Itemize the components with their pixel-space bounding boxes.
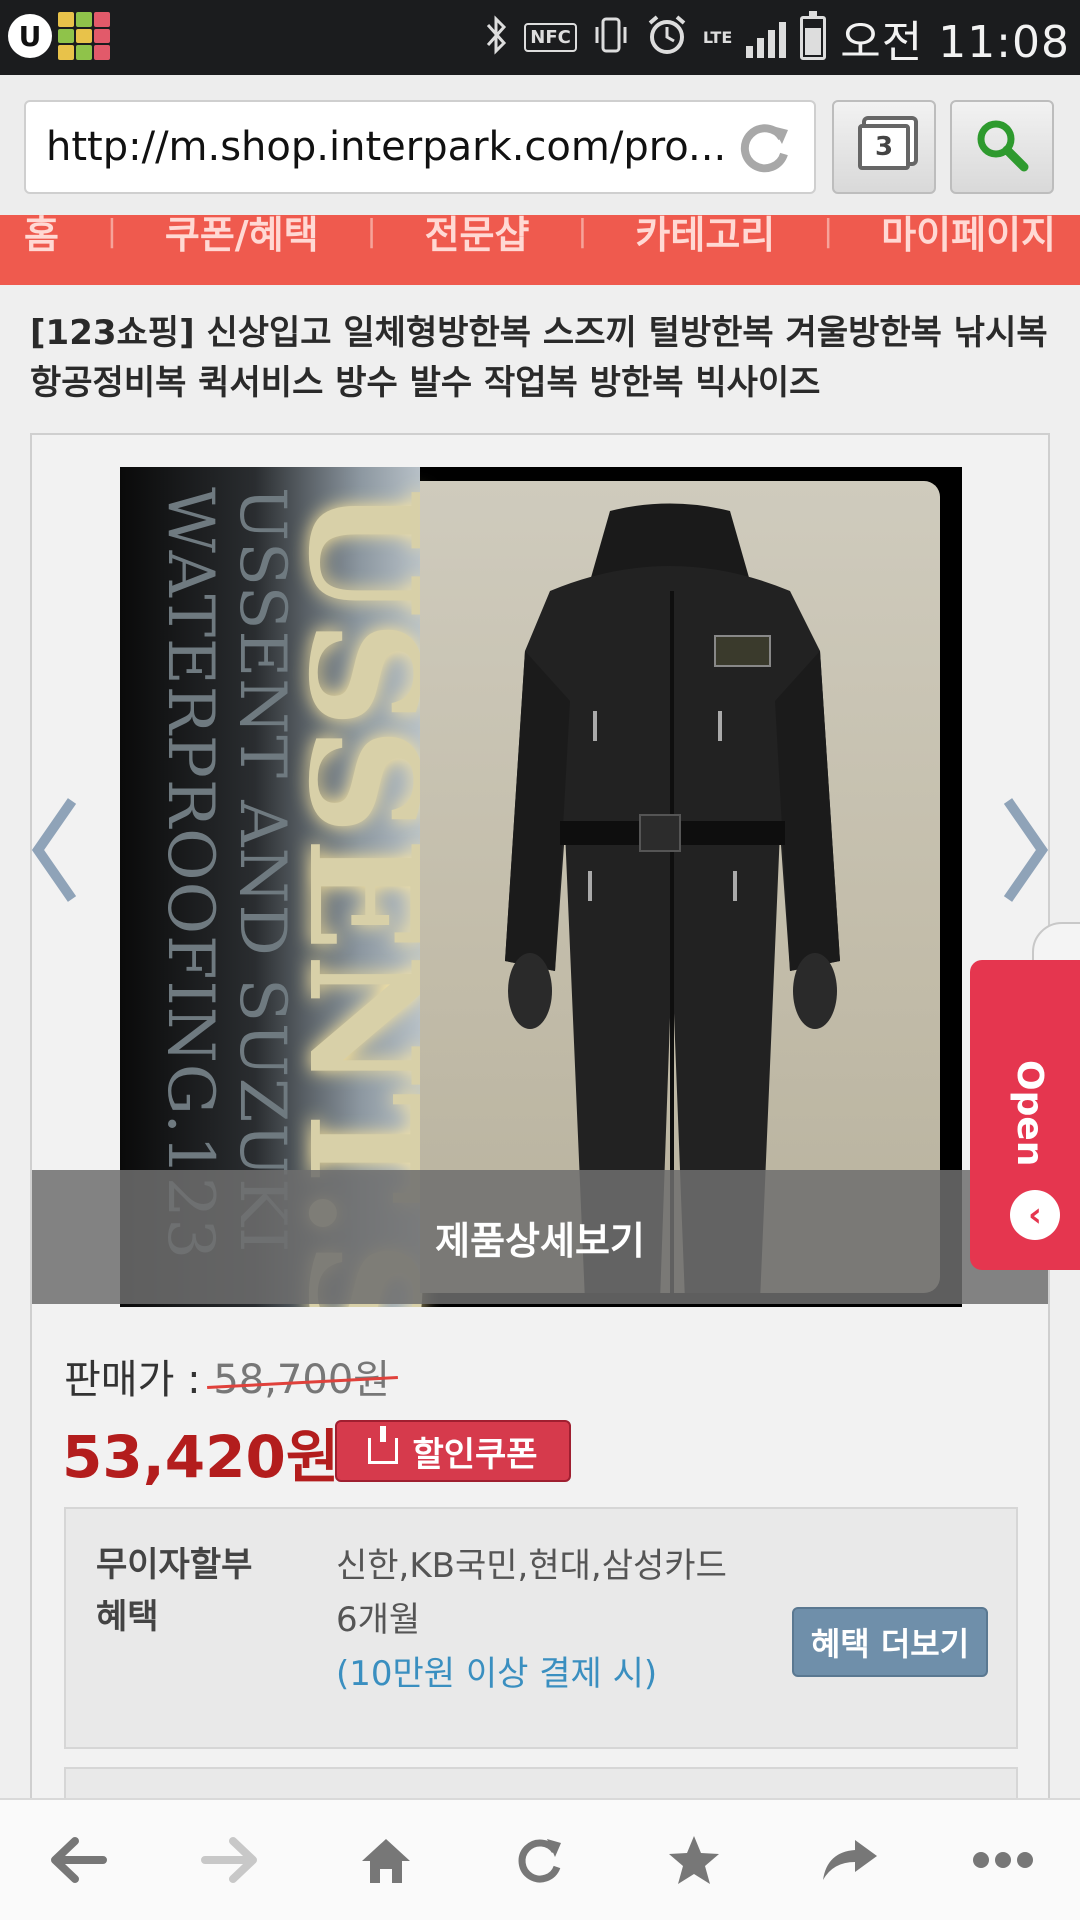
nav-item-mypage[interactable]: 마이페이지: [881, 215, 1056, 259]
clock: 오전 11:08: [840, 16, 1070, 68]
price-row: 판매가 : 58,700원: [64, 1347, 390, 1405]
benefit-title: 무이자할부 혜택: [96, 1545, 253, 1637]
nav-item-specialty[interactable]: 전문샵: [425, 215, 530, 259]
product-detail-button[interactable]: 제품상세보기: [32, 1170, 1048, 1304]
category-nav: 홈 | 쿠폰/혜택 | 전문샵 | 카테고리 | 마이페이지: [0, 215, 1080, 285]
open-label: Open: [1009, 1060, 1050, 1167]
battery-icon: [800, 10, 827, 60]
product-title: [123쇼핑] 신상입고 일체형방한복 스즈끼 털방한복 겨울방한복 낚시복 항…: [30, 313, 1048, 403]
sale-price: 53,420원: [62, 1423, 340, 1491]
product-detail-label: 제품상세보기: [435, 1218, 645, 1263]
discount-coupon-button[interactable]: 할인쿠폰: [335, 1420, 571, 1482]
benefit-months: 6개월: [336, 1600, 421, 1640]
url-text[interactable]: http://m.shop.interpark.com/pro...: [46, 124, 726, 170]
tabs-button[interactable]: 3: [832, 100, 936, 194]
nav-item-home[interactable]: 홈: [24, 215, 59, 259]
share-icon[interactable]: [804, 1815, 894, 1905]
benefit-details: 신한,KB국민,현대,삼성카드 6개월 (10만원 이상 결제 시): [336, 1539, 727, 1701]
bluetooth-icon: [484, 14, 510, 61]
benefit-cards: 신한,KB국민,현대,삼성카드: [336, 1546, 727, 1586]
nav-divider: |: [106, 215, 117, 249]
brand-text-main: USSENT.SZ: [275, 487, 451, 1307]
url-field[interactable]: http://m.shop.interpark.com/pro...: [24, 100, 816, 194]
more-benefits-button[interactable]: 혜택 더보기: [792, 1607, 988, 1677]
benefit-note: (10만원 이상 결제 시): [336, 1654, 658, 1694]
vibrate-icon: [591, 15, 631, 61]
nav-item-coupons[interactable]: 쿠폰/혜택: [165, 215, 319, 259]
bookmark-icon[interactable]: [649, 1815, 739, 1905]
more-icon[interactable]: [958, 1815, 1048, 1905]
forward-icon[interactable]: [186, 1815, 276, 1905]
browser-bottom-bar: [0, 1798, 1080, 1920]
brand-text-sub2: WATERPROOFING.123: [153, 487, 227, 1261]
search-button[interactable]: [950, 100, 1054, 194]
download-icon: [368, 1426, 399, 1464]
prev-image-arrow-icon[interactable]: [31, 795, 77, 905]
nfc-icon: NFC: [524, 23, 577, 52]
tabs-icon: 3: [858, 124, 910, 170]
original-price: 58,700원: [213, 1357, 391, 1403]
alarm-icon: [645, 13, 689, 63]
browser-toolbar: http://m.shop.interpark.com/pro... 3: [0, 75, 1080, 215]
product-card: USSENT.SZ USSENT AND SUZUKI WATERPROOFIN…: [30, 433, 1050, 1920]
chevron-left-icon: ‹: [1010, 1190, 1060, 1240]
next-image-arrow-icon[interactable]: [1003, 795, 1049, 905]
lte-icon: LTE: [702, 27, 733, 47]
nav-divider: |: [577, 215, 588, 249]
back-icon[interactable]: [32, 1815, 122, 1905]
open-side-tab[interactable]: Open ‹: [970, 960, 1080, 1270]
status-bar: U NFC LTE 오전 11:08: [0, 0, 1080, 75]
installment-benefit-box: 무이자할부 혜택 신한,KB국민,현대,삼성카드 6개월 (10만원 이상 결제…: [64, 1507, 1018, 1749]
brand-text-sub: USSENT AND SUZUKI: [225, 487, 299, 1254]
nav-divider: |: [823, 215, 834, 249]
nav-divider: |: [366, 215, 377, 249]
nav-item-category[interactable]: 카테고리: [635, 215, 775, 259]
refresh-icon[interactable]: [495, 1815, 585, 1905]
price-label: 판매가 :: [64, 1357, 214, 1403]
coupon-label: 할인쿠폰: [412, 1434, 538, 1475]
reload-icon[interactable]: [734, 116, 796, 178]
signal-icon: [746, 18, 787, 58]
home-icon[interactable]: [341, 1815, 431, 1905]
app-badge-icon: U: [8, 14, 52, 58]
search-icon: [972, 115, 1032, 179]
app-grid-icon: [58, 12, 110, 60]
